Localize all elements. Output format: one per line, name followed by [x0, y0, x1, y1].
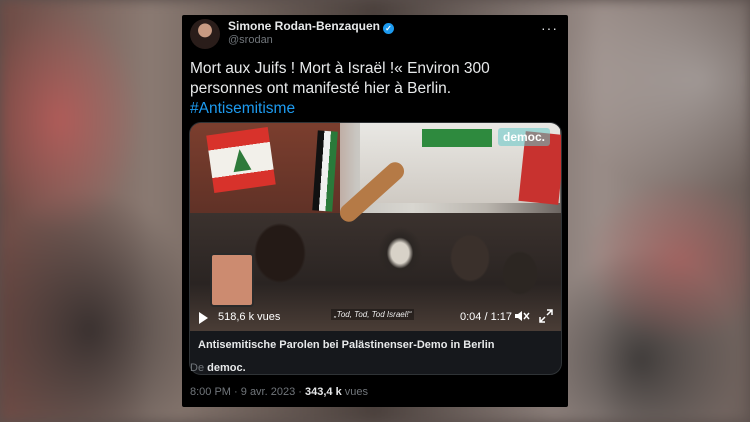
tweet-card[interactable]: Simone Rodan-Benzaquen ✓ @srodan ··· Mort…	[182, 15, 568, 407]
more-icon[interactable]: ···	[541, 20, 558, 36]
video-time: 0:04 / 1:17	[460, 311, 512, 323]
views-label: vues	[344, 386, 369, 398]
expand-icon[interactable]	[539, 309, 553, 323]
meta-separator: ·	[298, 386, 302, 398]
author-handle[interactable]: @srodan	[228, 34, 273, 46]
watermark-logo: democ.	[498, 128, 551, 146]
tweet-date[interactable]: 9 avr. 2023	[241, 386, 295, 398]
source-prefix: De	[190, 362, 205, 374]
author-name-text[interactable]: Simone Rodan-Benzaquen	[228, 19, 380, 33]
tweet-time[interactable]: 8:00 PM	[190, 386, 231, 398]
verified-icon: ✓	[383, 23, 395, 34]
hashtag-link[interactable]: #Antisemitisme	[190, 100, 295, 117]
tweet-meta: 8:00 PM · 9 avr. 2023 · 343,4 k vues	[190, 386, 368, 398]
video-view-count: 518,6 k vues	[218, 311, 281, 323]
video-card[interactable]: democ. 518,6 k vues „Tod, Tod, Tod Israe…	[189, 122, 562, 375]
video-title[interactable]: Antisemitische Parolen bei Palästinenser…	[198, 339, 494, 351]
video-subtitle: „Tod, Tod, Tod Israel!“	[331, 309, 415, 320]
author-name[interactable]: Simone Rodan-Benzaquen ✓	[228, 19, 395, 34]
cedar-shape	[230, 147, 252, 173]
source-link[interactable]: democ.	[207, 362, 246, 374]
play-icon[interactable]	[199, 312, 208, 324]
avatar[interactable]	[190, 19, 220, 49]
phone-held-up	[210, 253, 254, 307]
views-count: 343,4 k	[305, 386, 342, 398]
meta-separator: ·	[234, 386, 238, 398]
lebanese-flag	[206, 126, 276, 194]
green-flag	[422, 129, 492, 147]
mute-icon[interactable]	[514, 309, 530, 323]
tweet-text: Mort aux Juifs ! Mort à Israël !« Enviro…	[190, 59, 562, 119]
video-source: De democ.	[190, 362, 246, 374]
video-player[interactable]: democ. 518,6 k vues „Tod, Tod, Tod Israe…	[190, 123, 561, 331]
tweet-body: Mort aux Juifs ! Mort à Israël !« Enviro…	[190, 60, 490, 97]
